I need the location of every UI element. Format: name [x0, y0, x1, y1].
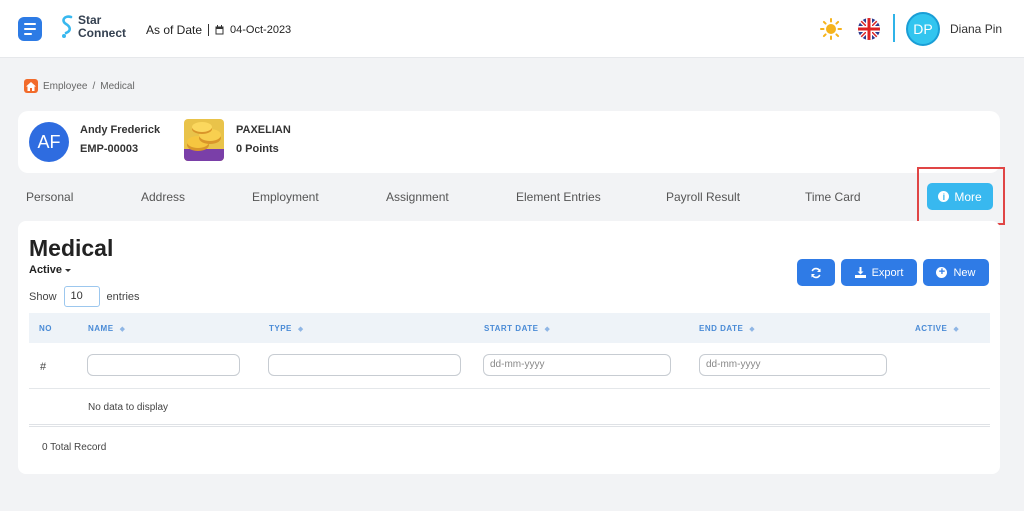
name-filter-input[interactable]: [87, 354, 240, 376]
breadcrumb-current: Medical: [100, 80, 135, 92]
new-button[interactable]: + New: [923, 259, 989, 286]
refresh-button[interactable]: [797, 259, 835, 286]
medical-card: Medical Active Show 10 entries Export + …: [18, 221, 1000, 474]
end-date-filter-input[interactable]: dd-mm-yyyy: [699, 354, 887, 376]
new-button-label: New: [953, 266, 976, 279]
employee-id: EMP-00003: [80, 143, 139, 155]
home-icon[interactable]: [24, 79, 38, 93]
uk-flag-icon[interactable]: [858, 18, 880, 40]
column-type[interactable]: TYPE ◆: [269, 324, 304, 333]
sun-theme-icon[interactable]: [820, 18, 842, 40]
start-date-filter-input[interactable]: dd-mm-yyyy: [483, 354, 671, 376]
info-icon: i: [938, 191, 950, 202]
tab-personal[interactable]: Personal: [26, 190, 73, 204]
empty-table-row: No data to display: [29, 389, 990, 427]
row-number-hash: #: [40, 361, 47, 373]
sort-icon: ◆: [544, 325, 551, 333]
as-of-date[interactable]: As of Date 04-Oct-2023: [146, 23, 291, 37]
employee-profile-card: AF Andy Frederick EMP-00003 PAXELIAN 0 P…: [18, 111, 1000, 173]
caret-down-icon: [65, 268, 72, 272]
top-header: Star Connect As of Date 04-Oct-2023 DP D…: [0, 0, 1024, 58]
status-dropdown[interactable]: Active: [29, 264, 72, 276]
tab-time-card[interactable]: Time Card: [805, 190, 861, 204]
column-start-date[interactable]: START DATE ◆: [484, 324, 550, 333]
app-logo[interactable]: Star Connect: [60, 14, 126, 40]
show-label: Show: [29, 290, 57, 303]
sort-icon: ◆: [953, 325, 960, 333]
empty-message: No data to display: [88, 402, 169, 413]
total-record-count: 0 Total Record: [42, 442, 107, 453]
breadcrumb-separator: /: [92, 80, 96, 92]
download-icon: [854, 267, 866, 278]
divider: [208, 24, 210, 36]
tab-element-entries[interactable]: Element Entries: [516, 190, 601, 204]
entries-input[interactable]: 10: [63, 286, 100, 307]
header-divider: [893, 14, 895, 42]
breadcrumb-employee[interactable]: Employee: [43, 81, 87, 92]
export-button-label: Export: [871, 266, 904, 279]
column-active[interactable]: ACTIVE ◆: [915, 324, 959, 333]
more-button[interactable]: i More: [927, 183, 993, 210]
column-no: NO: [39, 324, 52, 333]
reward-program-name: PAXELIAN: [236, 124, 291, 136]
table-header: NO NAME ◆ TYPE ◆ START DATE ◆ END DATE ◆ ACT…: [29, 313, 990, 343]
refresh-icon: [811, 267, 821, 278]
page-title: Medical: [29, 235, 114, 261]
coins-reward-icon: [184, 119, 224, 161]
user-avatar[interactable]: DP: [906, 12, 940, 46]
as-of-date-value: 04-Oct-2023: [230, 24, 292, 36]
sort-icon: ◆: [297, 325, 304, 333]
entries-label: entries: [106, 290, 140, 303]
logo-text-line2: Connect: [78, 26, 126, 40]
sort-icon: ◆: [119, 325, 126, 333]
calendar-icon: [215, 25, 224, 35]
tab-employment[interactable]: Employment: [252, 190, 319, 204]
employee-avatar: AF: [29, 122, 69, 162]
tab-assignment[interactable]: Assignment: [386, 190, 449, 204]
user-name[interactable]: Diana Pin: [950, 22, 1002, 36]
status-dropdown-value: Active: [29, 264, 63, 276]
column-end-date[interactable]: END DATE ◆: [699, 324, 755, 333]
breadcrumb: Employee / Medical: [24, 79, 135, 93]
type-filter-input[interactable]: [268, 354, 461, 376]
as-of-label: As of Date: [146, 23, 203, 37]
column-name[interactable]: NAME ◆: [88, 324, 125, 333]
reward-points: 0 Points: [236, 143, 279, 155]
tab-address[interactable]: Address: [141, 190, 185, 204]
plus-icon: +: [936, 267, 948, 278]
more-button-label: More: [954, 189, 982, 204]
export-button[interactable]: Export: [841, 259, 917, 286]
star-connect-logo-icon: [62, 15, 73, 38]
tab-payroll-result[interactable]: Payroll Result: [666, 190, 740, 204]
menu-toggle-icon[interactable]: [18, 17, 42, 41]
filter-row: # dd-mm-yyyy dd-mm-yyyy: [29, 343, 990, 389]
page-size-control: Show 10 entries: [29, 286, 140, 307]
employee-name: Andy Frederick: [80, 124, 161, 136]
sort-icon: ◆: [749, 325, 756, 333]
